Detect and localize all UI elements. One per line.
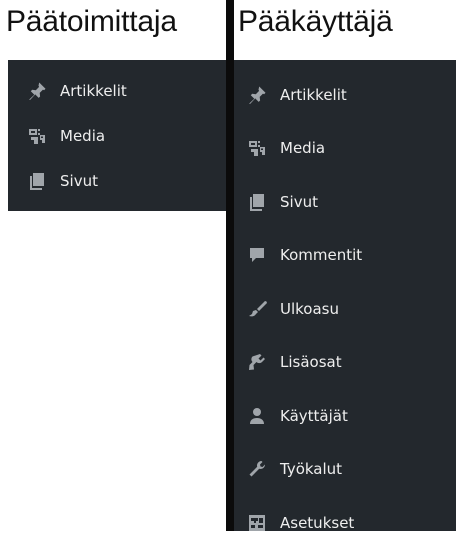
editor-role-title: Päätoimittaja	[6, 5, 177, 38]
pages-icon	[26, 170, 48, 192]
menu-item-lisaosat[interactable]: Lisäosat	[234, 336, 456, 390]
pushpin-icon	[246, 84, 268, 106]
menu-item-label: Asetukset	[280, 513, 355, 532]
menu-item-artikkelit[interactable]: Artikkelit	[234, 68, 456, 122]
menu-item-label: Lisäosat	[280, 353, 342, 372]
menu-item-kayttajat[interactable]: Käyttäjät	[234, 389, 456, 443]
menu-item-sivut[interactable]: Sivut	[234, 175, 456, 229]
plugin-icon	[246, 351, 268, 373]
divider	[226, 0, 234, 531]
menu-item-asetukset[interactable]: Asetukset	[234, 496, 456, 550]
menu-item-label: Sivut	[280, 192, 318, 211]
menu-item-label: Media	[280, 139, 326, 158]
editor-admin-menu: Artikkelit Media Sivut	[8, 60, 226, 211]
menu-item-label: Kommentit	[280, 246, 363, 265]
media-icon	[246, 137, 268, 159]
menu-item-label: Media	[60, 126, 106, 145]
menu-item-ulkoasu[interactable]: Ulkoasu	[234, 282, 456, 336]
menu-item-label: Työkalut	[280, 460, 343, 479]
menu-item-label: Käyttäjät	[280, 406, 348, 425]
menu-item-label: Ulkoasu	[280, 299, 339, 318]
paintbrush-icon	[246, 298, 268, 320]
settings-icon	[246, 512, 268, 534]
administrator-admin-menu: Artikkelit Media Sivut Kommentit Ulkoasu…	[234, 60, 456, 532]
pushpin-icon	[26, 80, 48, 102]
menu-item-label: Artikkelit	[280, 85, 347, 104]
menu-item-tyokalut[interactable]: Työkalut	[234, 443, 456, 497]
media-icon	[26, 125, 48, 147]
wrench-icon	[246, 458, 268, 480]
menu-item-label: Sivut	[60, 171, 98, 190]
menu-item-media[interactable]: Media	[8, 113, 226, 158]
menu-item-kommentit[interactable]: Kommentit	[234, 229, 456, 283]
pages-icon	[246, 191, 268, 213]
menu-item-media[interactable]: Media	[234, 122, 456, 176]
user-icon	[246, 405, 268, 427]
menu-item-artikkelit[interactable]: Artikkelit	[8, 68, 226, 113]
menu-item-sivut[interactable]: Sivut	[8, 158, 226, 203]
administrator-role-title: Pääkäyttäjä	[238, 5, 393, 38]
comment-icon	[246, 244, 268, 266]
menu-item-label: Artikkelit	[60, 81, 127, 100]
